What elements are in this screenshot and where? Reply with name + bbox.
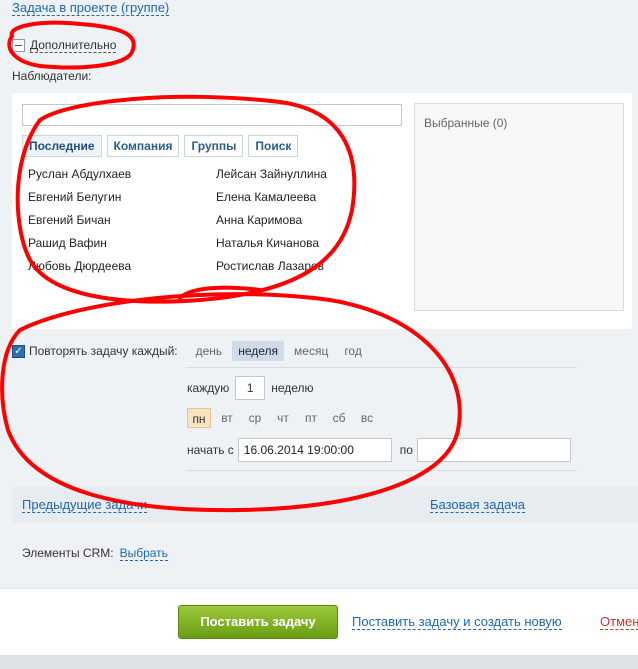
person-item[interactable]: Рашид Вафин	[28, 236, 216, 250]
end-date-input[interactable]	[416, 438, 571, 462]
person-item[interactable]: Анна Каримова	[216, 213, 366, 227]
bottom-bar	[0, 655, 638, 669]
extra-toggle[interactable]: Дополнительно	[12, 38, 117, 53]
submit-and-new-link[interactable]: Поставить задачу и создать новую	[352, 614, 562, 630]
observers-label: Наблюдатели:	[12, 69, 92, 83]
related-tasks-row: Предыдущие задачи Базовая задача	[12, 487, 638, 523]
day-mon[interactable]: пн	[187, 408, 211, 428]
person-item[interactable]: Елена Камалеева	[216, 190, 366, 204]
day-thu[interactable]: чт	[271, 408, 295, 428]
start-row: начать с 16.06.2014 19:00:00 по	[187, 438, 571, 462]
period-week[interactable]: неделя	[232, 341, 285, 361]
people-list: Руслан Абдулхаев Лейсан Зайнуллина Евген…	[28, 167, 358, 273]
period-day[interactable]: день	[190, 341, 229, 361]
repeat-panel: каждую 1 неделю пн вт ср чт пт сб вс нач…	[186, 367, 577, 471]
crm-choose-link[interactable]: Выбрать	[119, 546, 168, 561]
start-label: начать с	[187, 443, 234, 457]
observer-search-input[interactable]	[22, 104, 402, 126]
days-row: пн вт ср чт пт сб вс	[187, 408, 379, 428]
prev-tasks-link[interactable]: Предыдущие задачи	[22, 497, 148, 513]
every-suffix: неделю	[271, 381, 314, 395]
repeat-label: Повторять задачу каждый:	[29, 344, 178, 358]
person-item[interactable]: Евгений Бичан	[28, 213, 216, 227]
every-row: каждую 1 неделю	[187, 376, 314, 400]
day-sun[interactable]: вс	[355, 408, 379, 428]
person-item[interactable]: Руслан Абдулхаев	[28, 167, 216, 181]
every-prefix: каждую	[187, 381, 230, 395]
start-date-input[interactable]: 16.06.2014 19:00:00	[237, 438, 392, 462]
repeat-row: ✓ Повторять задачу каждый: день неделя м…	[12, 341, 372, 361]
day-fri[interactable]: пт	[299, 408, 323, 428]
submit-button[interactable]: Поставить задачу	[178, 605, 338, 639]
day-wed[interactable]: ср	[243, 408, 267, 428]
selected-box: Выбранные (0)	[414, 103, 624, 311]
tab-groups[interactable]: Группы	[184, 135, 244, 157]
every-input[interactable]: 1	[235, 376, 266, 400]
repeat-checkbox[interactable]: ✓	[12, 344, 25, 358]
selected-label: Выбранные (0)	[424, 116, 508, 130]
observer-tabs: Последние Компания Группы Поиск	[22, 135, 299, 157]
person-item[interactable]: Лейсан Зайнуллина	[216, 167, 366, 181]
crm-label: Элементы CRM:	[22, 546, 114, 560]
footer: Поставить задачу Поставить задачу и созд…	[0, 588, 638, 669]
period-year[interactable]: год	[338, 341, 368, 361]
person-item[interactable]: Наталья Кичанова	[216, 236, 366, 250]
tab-search[interactable]: Поиск	[248, 135, 299, 157]
base-task-link[interactable]: Базовая задача	[430, 497, 526, 513]
crm-row: Элементы CRM: Выбрать	[22, 546, 168, 561]
collapse-icon[interactable]	[12, 39, 25, 52]
project-link[interactable]: Задача в проекте (группе)	[12, 0, 170, 16]
extra-label[interactable]: Дополнительно	[30, 38, 117, 53]
tab-company[interactable]: Компания	[106, 135, 180, 157]
person-item[interactable]: Любовь Дюрдеева	[28, 259, 216, 273]
observers-panel: Последние Компания Группы Поиск Руслан А…	[12, 93, 632, 329]
tab-recent[interactable]: Последние	[22, 135, 102, 157]
cancel-link[interactable]: Отмен	[600, 614, 638, 630]
person-item[interactable]: Ростислав Лазарев	[216, 259, 366, 273]
period-month[interactable]: месяц	[288, 341, 334, 361]
day-tue[interactable]: вт	[215, 408, 239, 428]
person-item[interactable]: Евгений Белугин	[28, 190, 216, 204]
day-sat[interactable]: сб	[327, 408, 351, 428]
end-label: по	[399, 443, 413, 457]
